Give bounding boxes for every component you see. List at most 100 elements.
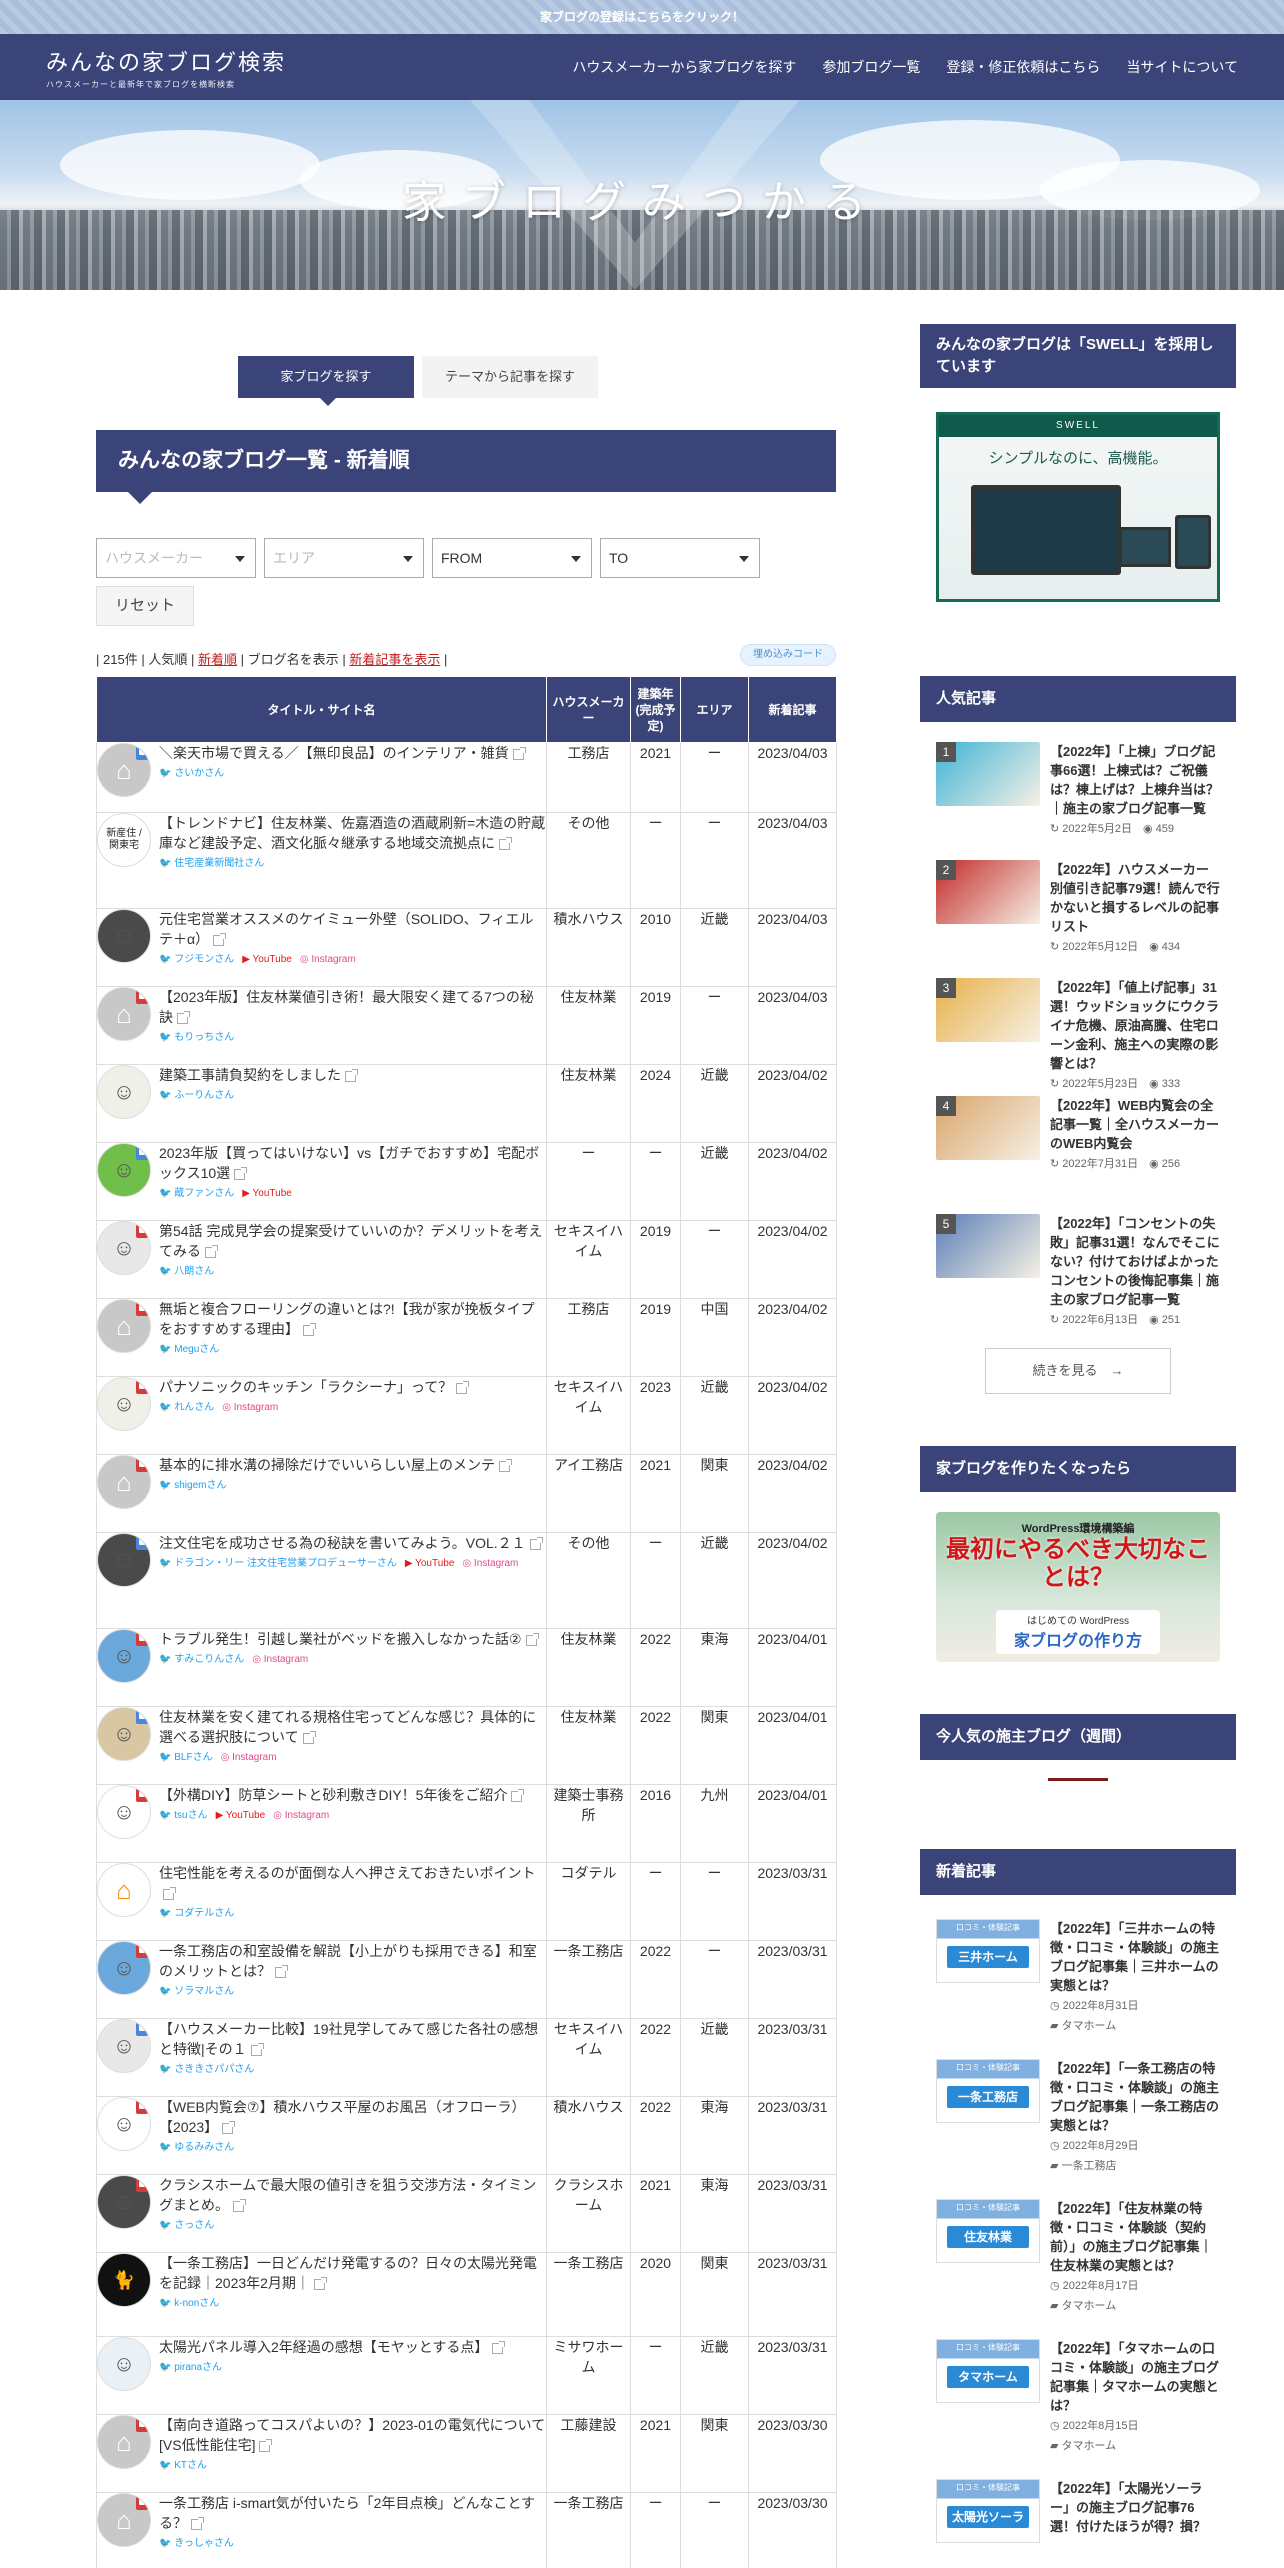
post-title-link[interactable]: 【一条工務店】一日どんだけ発電するの？日々の太陽光発電を記録｜2023年2月期｜ [159,2255,537,2291]
post-title-link[interactable]: 建築工事請負契約をしました [159,1067,341,1083]
post-title-link[interactable]: 住友林業を安く建てれる規格住宅ってどんな感じ？具体的に選べる選択肢について [159,1709,536,1745]
col-header-title[interactable]: タイトル・サイト名 [96,676,547,743]
post-title-link[interactable]: 2023年版【買ってはいけない】vs【ガチでおすすめ】宅配ボックス10選 [159,1145,539,1181]
twitter-link[interactable]: 🐦 蔵ファンさん [159,1187,234,1201]
new-post-item[interactable]: 口コミ・体験記事 タマホーム 【2022年】「タマホームの口コミ・体験談」の施主… [920,2339,1236,2479]
avatar[interactable]: ⌂ [97,743,151,797]
nav-item-register[interactable]: 登録・修正依頼はこちら [946,57,1100,77]
see-more-button[interactable]: 続きを見る → [985,1348,1171,1394]
new-post-item[interactable]: 口コミ・体験記事 太陽光ソーラー 【2022年】「太陽光ソーラー」の施主ブログ記… [920,2479,1236,2568]
instagram-link[interactable]: ◎ Instagram [462,1557,518,1571]
twitter-link[interactable]: 🐦 さっさん [159,2219,214,2233]
house-maker-select[interactable]: ハウスメーカー [96,538,256,578]
post-title-link[interactable]: 一条工務店 i-smart気が付いたら「2年目点検」どんなことする？ [159,2495,535,2531]
avatar[interactable]: ⌂ [97,1863,151,1917]
avatar[interactable]: ☺ [97,1065,151,1119]
instagram-link[interactable]: ◎ Instagram [222,1401,278,1415]
avatar[interactable]: ☺ [97,2019,151,2073]
twitter-link[interactable]: 🐦 ソラマルさん [159,1985,234,1999]
show-new-posts-link[interactable]: 新着記事を表示 [349,652,440,667]
twitter-link[interactable]: 🐦 KTさん [159,2459,207,2473]
post-title-link[interactable]: 【トレンドナビ】住友林業、佐嘉酒造の酒蔵刷新=木造の貯蔵庫など建設予定、酒文化脈… [159,815,545,851]
post-title-link[interactable]: トラブル発生！引越し業社がベッドを搬入しなかった話② [159,1631,522,1647]
avatar[interactable]: ☺ [97,2097,151,2151]
from-year-select[interactable]: FROM [432,538,592,578]
popular-item[interactable]: 3 【2022年】「値上げ記事」31選！ウッドショックにウクライナ危機、原油高騰… [920,978,1236,1096]
avatar[interactable]: ⌂ [97,1299,151,1353]
avatar[interactable]: ☺ [97,2337,151,2391]
twitter-link[interactable]: 🐦 さいかさん [159,767,224,781]
avatar[interactable]: ⌂ [97,2415,151,2469]
new-post-item[interactable]: 口コミ・体験記事 一条工務店 【2022年】「一条工務店の特徴・口コミ・体験談」… [920,2059,1236,2199]
twitter-link[interactable]: 🐦 k-nonさん [159,2297,219,2311]
embed-code-button[interactable]: 埋め込みコード [740,644,836,666]
twitter-link[interactable]: 🐦 shigemさん [159,1479,226,1493]
post-title-link[interactable]: 【2023年版】住友林業値引き術！最大限安く建てる7つの秘訣 [159,989,534,1025]
twitter-link[interactable]: 🐦 きっしゃさん [159,2537,234,2551]
avatar[interactable]: ⌂ [97,987,151,1041]
post-title-link[interactable]: 注文住宅を成功させる為の秘訣を書いてみよう。VOL.２１ [159,1535,526,1551]
twitter-link[interactable]: 🐦 BLFさん [159,1751,213,1765]
post-title-link[interactable]: 第54話 完成見学会の提案受けていいのか？デメリットを考えてみる [159,1223,542,1259]
avatar[interactable]: ☺ [97,909,151,963]
avatar[interactable]: ☺ [97,1533,151,1587]
youtube-link[interactable]: ▶ YouTube [242,1187,292,1201]
twitter-link[interactable]: 🐦 フジモンさん [159,953,234,967]
twitter-link[interactable]: 🐦 ドラゴン・リー 注文住宅営業プロデューサーさん [159,1557,397,1571]
instagram-link[interactable]: ◎ Instagram [221,1751,277,1765]
twitter-link[interactable]: 🐦 コダテルさん [159,1907,234,1921]
area-select[interactable]: エリア [264,538,424,578]
post-title-link[interactable]: 【ハウスメーカー比較】19社見学してみて感じた各社の感想と特徴|その１ [159,2021,538,2057]
popular-item[interactable]: 2 【2022年】ハウスメーカー別値引き記事79選！読んで行かないと損するレベル… [920,860,1236,978]
post-title-link[interactable]: 一条工務店の和室設備を解説【小上がりも採用できる】和室のメリットとは？ [159,1943,537,1979]
avatar[interactable]: ☺ [97,1221,151,1275]
post-title-link[interactable]: 【WEB内覧会⑦】積水ハウス平屋のお風呂（オフローラ）【2023】 [159,2099,525,2135]
twitter-link[interactable]: 🐦 八朗さん [159,1265,214,1279]
twitter-link[interactable]: 🐦 もりっちさん [159,1031,234,1045]
instagram-link[interactable]: ◎ Instagram [252,1653,308,1667]
tab-find-blog[interactable]: 家ブログを探す [238,356,414,406]
instagram-link[interactable]: ◎ Instagram [300,953,356,967]
instagram-link[interactable]: ◎ Instagram [273,1809,329,1823]
avatar[interactable]: ☺ [97,1377,151,1431]
post-title-link[interactable]: 無垢と複合フローリングの違いとは?!【我が家が挽板タイプをおすすめする理由】 [159,1301,535,1337]
nav-item-blog-list[interactable]: 参加ブログ一覧 [822,57,920,77]
twitter-link[interactable]: 🐦 tsuさん [159,1809,208,1823]
col-header-house[interactable]: ハウスメーカー [546,676,631,743]
tab-find-by-theme[interactable]: テーマから記事を探す [422,356,598,398]
sort-newest-link[interactable]: 新着順 [198,652,237,667]
post-title-link[interactable]: ＼楽天市場で買える／【無印良品】のインテリア・雑貨 [159,745,509,761]
post-title-link[interactable]: パナソニックのキッチン「ラクシーナ」って？ [159,1379,452,1395]
show-blog-name-link[interactable]: ブログ名を表示 [248,652,339,667]
nav-item-house-maker[interactable]: ハウスメーカーから家ブログを探す [572,57,796,77]
post-title-link[interactable]: 太陽光パネル導入2年経過の感想【モヤッとする点】 [159,2339,488,2355]
avatar[interactable]: ☺ [97,2175,151,2229]
avatar[interactable]: ⌂ [97,1455,151,1509]
twitter-link[interactable]: 🐦 Meguさん [159,1343,219,1357]
popular-item[interactable]: 1 【2022年】「上棟」ブログ記事66選！上棟式は？ご祝儀は？棟上げは？上棟弁… [920,742,1236,860]
avatar[interactable]: 新産住 / 関東宅 [97,813,151,867]
avatar[interactable]: ☺ [97,1785,151,1839]
avatar[interactable]: ☺ [97,1143,151,1197]
popular-item[interactable]: 5 【2022年】「コンセントの失敗」記事31選！なんでそこにない？付けておけば… [920,1214,1236,1332]
site-logo[interactable]: みんなの家ブログ検索 ハウスメーカーと最新年で家ブログを横断検索 [46,45,286,90]
twitter-link[interactable]: 🐦 住宅産業新聞社さん [159,857,264,871]
youtube-link[interactable]: ▶ YouTube [405,1557,455,1571]
sort-popular-link[interactable]: 人気順 [148,652,187,667]
wordpress-guide-banner[interactable]: WordPress環境構築編 最初にやるべき大切なことは？ はじめての Word… [936,1512,1220,1662]
twitter-link[interactable]: 🐦 ふーりんさん [159,1089,234,1103]
post-title-link[interactable]: 【南向き道路ってコスパよいの？】2023-01の電気代について [VS低性能住宅… [159,2417,545,2453]
twitter-link[interactable]: 🐦 すみこりんさん [159,1653,244,1667]
avatar[interactable]: 🐈 [97,2253,151,2307]
post-title-link[interactable]: クラシスホームで最大限の値引きを狙う交渉方法・タイミングまとめ。 [159,2177,536,2213]
popular-item[interactable]: 4 【2022年】WEB内覧会の全記事一覧｜全ハウスメーカーのWEB内覧会 ↻ … [920,1096,1236,1214]
col-header-date[interactable]: 新着記事 [748,676,837,743]
twitter-link[interactable]: 🐦 れんさん [159,1401,214,1415]
avatar[interactable]: ☺ [97,1941,151,1995]
new-post-item[interactable]: 口コミ・体験記事 三井ホーム 【2022年】「三井ホームの特徴・口コミ・体験談」… [920,1919,1236,2059]
nav-item-about[interactable]: 当サイトについて [1126,57,1238,77]
avatar[interactable]: ☺ [97,1629,151,1683]
registration-banner[interactable]: 家ブログの登録はこちらをクリック！ [0,0,1284,34]
post-title-link[interactable]: 基本的に排水溝の掃除だけでいいらしい屋上のメンテ [159,1457,495,1473]
to-year-select[interactable]: TO [600,538,760,578]
